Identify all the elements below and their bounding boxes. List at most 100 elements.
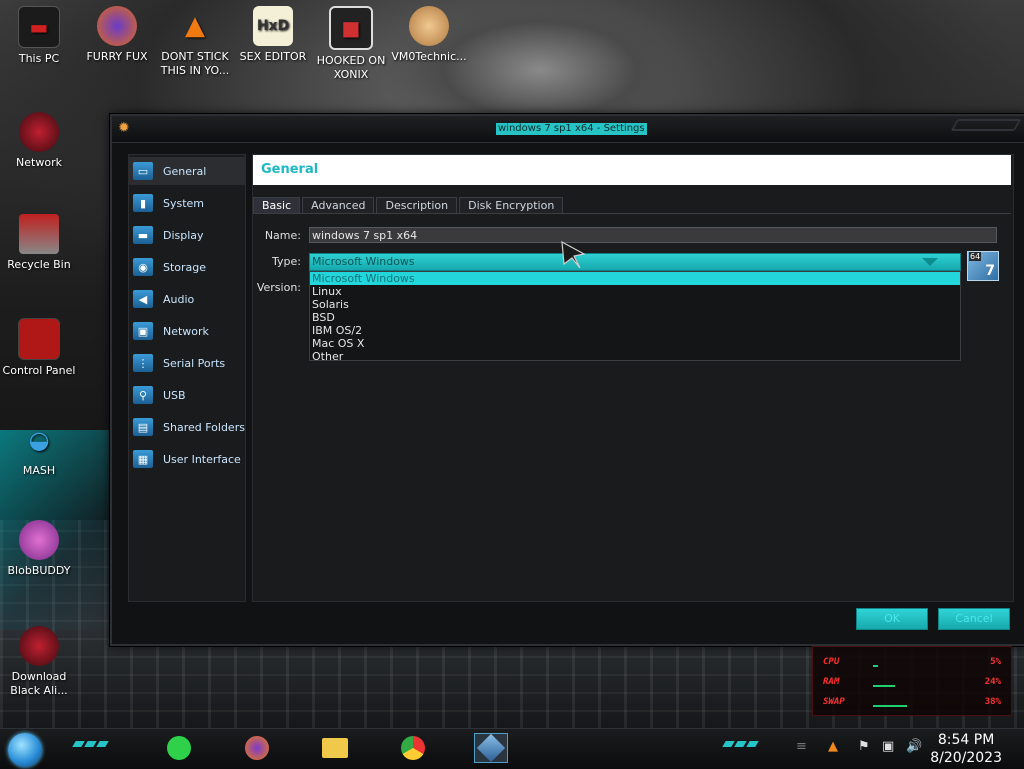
- desktop-icon-mash[interactable]: ◒ MASH: [0, 420, 78, 478]
- sidebar-item-audio[interactable]: ◀ Audio: [129, 285, 245, 313]
- type-label: Type:: [272, 255, 301, 268]
- sysmon-bar: [873, 685, 895, 687]
- volume-icon[interactable]: 🔊: [906, 739, 922, 754]
- sidebar-item-label: Audio: [163, 292, 195, 306]
- sidebar-item-label: Storage: [163, 260, 207, 274]
- name-input[interactable]: [309, 227, 997, 243]
- start-orb-button[interactable]: [8, 733, 42, 767]
- doctor-icon: [409, 6, 449, 46]
- desktop-icon-control-panel[interactable]: Control Panel: [0, 318, 78, 378]
- sidebar-item-label: Network: [163, 324, 209, 338]
- taskbar-app-chrome[interactable]: [396, 733, 430, 763]
- type-select[interactable]: Microsoft Windows: [309, 253, 961, 271]
- sidebar-item-label: General: [163, 164, 207, 178]
- sysmon-label: SWAP: [823, 697, 845, 707]
- speaker-icon: ◀: [133, 290, 153, 308]
- tab-disk-encryption[interactable]: Disk Encryption: [459, 197, 564, 214]
- sidebar-item-general[interactable]: ▭ General: [129, 157, 245, 185]
- virtualbox-icon: [476, 733, 506, 763]
- desktop-icon-label: Recycle Bin: [7, 258, 71, 271]
- cursor-icon: [561, 240, 586, 269]
- network-status-icon[interactable]: ▣: [882, 739, 894, 754]
- display-icon: ▬: [133, 226, 153, 244]
- type-option-microsoft-windows[interactable]: Microsoft Windows: [310, 272, 960, 285]
- tab-basic[interactable]: Basic: [253, 197, 301, 214]
- sidebar-item-user-interface[interactable]: ▦ User Interface: [129, 445, 245, 473]
- taskbar-clock[interactable]: 8:54 PM 8/20/2023: [930, 731, 1002, 767]
- desktop-icon-label: MASH: [22, 464, 56, 477]
- desktop-icon-hooked-on-xonix[interactable]: ■ HOOKED ON XONIX: [312, 6, 390, 82]
- sysmon-label: RAM: [823, 677, 840, 687]
- desktop-icon-sex-editor[interactable]: HxD SEX EDITOR: [234, 6, 312, 64]
- computer-icon: ▬: [18, 6, 60, 48]
- os-badge-version: 7: [985, 263, 995, 279]
- recycle-bin-icon: [19, 214, 59, 254]
- desktop-icon-vm0technic[interactable]: VM0Technic...: [390, 6, 468, 64]
- taskbar-app-notes[interactable]: [162, 733, 196, 763]
- type-select-value: Microsoft Windows: [312, 255, 415, 268]
- sysmon-bar: [873, 705, 907, 707]
- titlebar-decoration: [950, 119, 1022, 131]
- hxd-icon: HxD: [253, 6, 293, 46]
- sidebar-item-network[interactable]: ▣ Network: [129, 317, 245, 345]
- type-option-ibm-os2[interactable]: IBM OS/2: [310, 324, 960, 337]
- network-icon: ▣: [133, 322, 153, 340]
- sidebar-item-label: Shared Folders: [163, 420, 245, 434]
- sidebar-item-serial-ports[interactable]: ⋮ Serial Ports: [129, 349, 245, 377]
- desktop-icon-label: SEX EDITOR: [239, 50, 307, 63]
- system-monitor-widget: CPU 5% RAM 24% SWAP 38%: [812, 646, 1012, 716]
- type-option-mac-os-x[interactable]: Mac OS X: [310, 337, 960, 350]
- sidebar-item-shared-folders[interactable]: ▤ Shared Folders: [129, 413, 245, 441]
- dialog-title: windows 7 sp1 x64 - Settings: [496, 123, 647, 135]
- blob-icon: [19, 520, 59, 560]
- type-option-solaris[interactable]: Solaris: [310, 298, 960, 311]
- sidebar-item-storage[interactable]: ◉ Storage: [129, 253, 245, 281]
- tab-description[interactable]: Description: [376, 197, 458, 214]
- download-globe-icon: [19, 626, 59, 666]
- sidebar-item-system[interactable]: ▮ System: [129, 189, 245, 217]
- desktop-icon-this-pc[interactable]: ▬ This PC: [0, 6, 78, 66]
- desktop-icon-label: This PC: [18, 52, 60, 65]
- serial-port-icon: ⋮: [133, 354, 153, 372]
- cancel-button[interactable]: Cancel: [938, 608, 1010, 630]
- firefox-icon: [245, 736, 269, 760]
- monitor-icon: ▭: [133, 162, 153, 180]
- sysmon-value: 5%: [990, 657, 1001, 667]
- sidebar-item-usb[interactable]: ⚲ USB: [129, 381, 245, 409]
- tray-app-icon[interactable]: ▲: [828, 739, 838, 754]
- disc-icon: ◉: [133, 258, 153, 276]
- type-option-linux[interactable]: Linux: [310, 285, 960, 298]
- sysmon-row-swap: SWAP 38%: [823, 697, 1001, 709]
- taskbar-app-virtualbox[interactable]: [474, 733, 508, 763]
- ok-button[interactable]: OK: [856, 608, 928, 630]
- firefox-icon: [97, 6, 137, 46]
- settings-sidebar: ▭ General ▮ System ▬ Display ◉ Storage ◀…: [128, 154, 246, 602]
- dialog-titlebar[interactable]: ✹ windows 7 sp1 x64 - Settings: [112, 116, 1024, 143]
- gear-icon: ✹: [118, 120, 130, 136]
- desktop-icon-label: VM0Technic...: [391, 50, 467, 63]
- sidebar-item-display[interactable]: ▬ Display: [129, 221, 245, 249]
- desktop-icon-download-black-ali[interactable]: Download Black Ali...: [0, 626, 78, 698]
- tray-menu-icon[interactable]: ≡: [796, 739, 807, 754]
- desktop-icon-label: BlobBUDDY: [7, 564, 71, 577]
- type-option-other[interactable]: Other: [310, 350, 960, 363]
- desktop-icon-furry-fux[interactable]: FURRY FUX: [78, 6, 156, 64]
- desktop-icon-label: Control Panel: [2, 364, 76, 377]
- os-badge-bits: 64: [969, 252, 982, 261]
- type-option-bsd[interactable]: BSD: [310, 311, 960, 324]
- network-globe-icon: [19, 112, 59, 152]
- action-center-flag-icon[interactable]: ⚑: [858, 739, 870, 754]
- hat-icon: ◒: [28, 426, 50, 454]
- taskbar-app-firefox[interactable]: [240, 733, 274, 763]
- sidebar-item-label: Serial Ports: [163, 356, 226, 370]
- desktop-icon-blobbuddy[interactable]: BlobBUDDY: [0, 520, 78, 578]
- settings-content: General Basic Advanced Description Disk …: [252, 154, 1014, 602]
- desktop-icon-dont-stick[interactable]: ▲ DONT STICK THIS IN YO...: [156, 6, 234, 78]
- sysmon-label: CPU: [823, 657, 840, 667]
- type-dropdown-list: Microsoft Windows Linux Solaris BSD IBM …: [309, 271, 961, 363]
- tab-advanced[interactable]: Advanced: [302, 197, 375, 214]
- sidebar-item-label: Display: [163, 228, 204, 242]
- desktop-icon-network[interactable]: Network: [0, 112, 78, 170]
- taskbar-app-file-explorer[interactable]: [318, 733, 352, 763]
- desktop-icon-recycle-bin[interactable]: Recycle Bin: [0, 214, 78, 272]
